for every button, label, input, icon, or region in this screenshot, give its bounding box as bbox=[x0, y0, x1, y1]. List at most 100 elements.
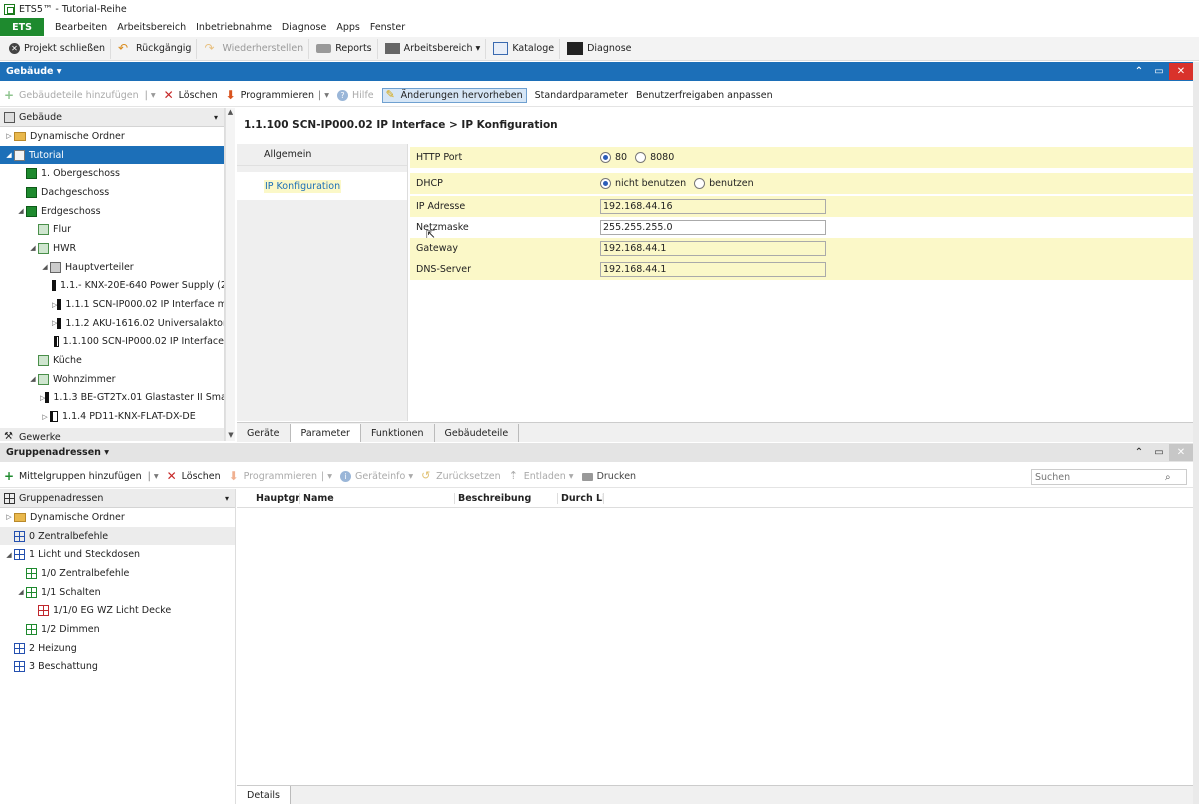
expand-toggle-icon[interactable]: ◢ bbox=[28, 244, 38, 252]
radio-benutzen[interactable] bbox=[694, 178, 706, 189]
tree-item[interactable]: ◢ Wohnzimmer bbox=[0, 370, 224, 389]
tree-item[interactable]: ◢ Erdgeschoss bbox=[0, 202, 224, 221]
expand-toggle-icon[interactable]: ◢ bbox=[16, 207, 26, 215]
help-button[interactable]: ? Hilfe bbox=[337, 90, 374, 101]
ets-menu-tab[interactable]: ETS bbox=[0, 18, 44, 36]
tab-funktionen[interactable]: Funktionen bbox=[361, 424, 435, 442]
trades-header[interactable]: ⚒ Gewerke bbox=[0, 428, 224, 441]
tree-item[interactable]: 1/0 Zentralbefehle bbox=[0, 564, 235, 583]
netmask-input[interactable]: 255.255.255.0 bbox=[600, 220, 826, 235]
menu-bearbeiten[interactable]: Bearbeiten bbox=[55, 22, 107, 33]
tree-item[interactable]: ◢ HWR bbox=[0, 239, 224, 258]
unload-button[interactable]: ⇡ Entladen ▾ bbox=[509, 470, 574, 482]
group-tree-header[interactable]: Gruppenadressen ▾ bbox=[0, 489, 235, 508]
group-pane-title[interactable]: Gruppenadressen ▾ bbox=[6, 447, 109, 458]
tab-gebaeudeteile[interactable]: Gebäudeteile bbox=[435, 424, 520, 442]
close-icon[interactable]: ✕ bbox=[1169, 444, 1193, 461]
tree-item[interactable]: ▷1.1.3 BE-GT2Tx.01 Glastaster II Smart m… bbox=[0, 389, 224, 408]
tree-item[interactable]: 1. Obergeschoss bbox=[0, 164, 224, 183]
delete-button[interactable]: ✕ Löschen bbox=[164, 89, 218, 101]
building-pane-title[interactable]: Gebäude ▾ bbox=[6, 66, 62, 77]
dropdown-arrow-icon[interactable]: | ▾ bbox=[148, 471, 159, 482]
user-permissions-button[interactable]: Benutzerfreigaben anpassen bbox=[636, 90, 773, 101]
tree-dropdown-icon[interactable]: ▾ bbox=[225, 494, 229, 503]
delete-button[interactable]: ✕ Löschen bbox=[167, 470, 221, 482]
collapse-icon[interactable]: ⌃ bbox=[1129, 66, 1149, 77]
menu-fenster[interactable]: Fenster bbox=[370, 22, 405, 33]
program-button[interactable]: ⬇ Programmieren | ▾ bbox=[229, 470, 332, 482]
expand-toggle-icon[interactable]: ◢ bbox=[16, 588, 26, 596]
expand-toggle-icon[interactable]: ◢ bbox=[28, 375, 38, 383]
building-tree-scrollbar[interactable]: ▲ ▼ bbox=[225, 108, 235, 441]
param-tab-allgemein[interactable]: Allgemein bbox=[237, 144, 407, 166]
gateway-input[interactable]: 192.168.44.1 bbox=[600, 241, 826, 256]
expand-toggle-icon[interactable]: ◢ bbox=[40, 263, 50, 271]
device-info-dropdown-icon[interactable]: ▾ bbox=[408, 471, 413, 482]
menu-inbetriebnahme[interactable]: Inbetriebnahme bbox=[196, 22, 272, 33]
close-icon[interactable]: ✕ bbox=[1169, 63, 1193, 80]
catalogs-button[interactable]: Kataloge bbox=[488, 38, 561, 59]
workspace-button[interactable]: Arbeitsbereich ▾ bbox=[380, 38, 487, 59]
tab-parameter[interactable]: Parameter bbox=[290, 424, 361, 442]
program-dropdown-icon[interactable]: | ▾ bbox=[321, 471, 332, 482]
tree-item[interactable]: 0 Zentralbefehle bbox=[0, 526, 235, 546]
program-dropdown-icon[interactable]: | ▾ bbox=[318, 90, 329, 101]
tree-item[interactable]: ▷ Dynamische Ordner bbox=[0, 127, 224, 146]
tree-item[interactable]: Dachgeschoss bbox=[0, 183, 224, 202]
tree-item[interactable]: Flur bbox=[0, 220, 224, 239]
tree-item[interactable]: 1.1.100 SCN-IP000.02 IP Interface bbox=[0, 333, 224, 352]
menu-diagnose[interactable]: Diagnose bbox=[282, 22, 326, 33]
scroll-up-icon[interactable]: ▲ bbox=[226, 108, 235, 116]
add-building-parts-button[interactable]: + Gebäudeteile hinzufügen | ▾ bbox=[4, 89, 156, 101]
add-middle-groups-button[interactable]: + Mittelgruppen hinzufügen | ▾ bbox=[4, 470, 159, 482]
menu-apps[interactable]: Apps bbox=[336, 22, 360, 33]
tree-item[interactable]: Küche bbox=[0, 351, 224, 370]
tree-item[interactable]: ◢ 1 Licht und Steckdosen bbox=[0, 545, 235, 564]
col-durch-linie[interactable]: Durch Lini bbox=[558, 492, 604, 504]
tree-item[interactable]: ◢ Tutorial bbox=[0, 145, 224, 165]
radio-80[interactable] bbox=[600, 152, 611, 163]
undo-button[interactable]: ↶ Rückgängig bbox=[113, 38, 198, 59]
tree-item[interactable]: ◢ Hauptverteiler bbox=[0, 258, 224, 277]
building-tree-header[interactable]: Gebäude ▾ bbox=[0, 108, 224, 127]
tree-item[interactable]: 1.1.- KNX-20E-640 Power Supply (230... bbox=[0, 277, 224, 296]
tree-item[interactable]: 3 Beschattung bbox=[0, 658, 235, 677]
search-icon[interactable]: ⌕ bbox=[1165, 472, 1171, 483]
program-button[interactable]: ⬇ Programmieren | ▾ bbox=[226, 89, 329, 101]
maximize-icon[interactable]: ▭ bbox=[1149, 66, 1169, 77]
tree-item[interactable]: ▷1.1.1 SCN-IP000.02 IP Interface mit E..… bbox=[0, 295, 224, 314]
print-button[interactable]: Drucken bbox=[581, 471, 636, 482]
tab-details[interactable]: Details bbox=[237, 786, 291, 804]
expand-toggle-icon[interactable]: ◢ bbox=[4, 151, 14, 159]
project-close-button[interactable]: ✕ Projekt schließen bbox=[4, 38, 111, 59]
expand-toggle-icon[interactable]: ▷ bbox=[4, 132, 14, 140]
collapse-icon[interactable]: ⌃ bbox=[1129, 447, 1149, 458]
tree-dropdown-icon[interactable]: ▾ bbox=[214, 113, 218, 122]
dns-server-input[interactable]: 192.168.44.1 bbox=[600, 262, 826, 277]
reset-button[interactable]: ↺ Zurücksetzen bbox=[421, 470, 501, 482]
col-beschreibung[interactable]: Beschreibung bbox=[455, 492, 558, 504]
param-tab-ip-konfiguration[interactable]: IP Konfiguration bbox=[237, 172, 407, 200]
menu-arbeitsbereich[interactable]: Arbeitsbereich bbox=[117, 22, 186, 33]
tree-item[interactable]: ◢ 1/1 Schalten bbox=[0, 583, 235, 602]
col-name[interactable]: Name bbox=[300, 492, 455, 504]
tree-item[interactable]: ▷ Dynamische Ordner bbox=[0, 508, 235, 527]
tree-item[interactable]: ▷ 1.1.4 PD11-KNX-FLAT-DX-DE bbox=[0, 407, 224, 426]
col-hauptgruppe[interactable]: Hauptgru bbox=[237, 492, 300, 504]
expand-toggle-icon[interactable]: ▷ bbox=[4, 513, 14, 521]
tree-item[interactable]: 1/2 Dimmen bbox=[0, 620, 235, 639]
tab-geraete[interactable]: Geräte bbox=[237, 424, 291, 442]
search-input[interactable] bbox=[1035, 471, 1165, 483]
radio-nicht-benutzen[interactable] bbox=[600, 178, 611, 189]
device-info-button[interactable]: i Geräteinfo ▾ bbox=[340, 471, 413, 482]
reports-button[interactable]: Reports bbox=[311, 38, 378, 59]
tree-item[interactable]: 2 Heizung bbox=[0, 639, 235, 658]
highlight-changes-button[interactable]: ✎ Änderungen hervorheben bbox=[381, 88, 527, 103]
group-search-box[interactable]: ⌕ bbox=[1031, 469, 1187, 485]
expand-toggle-icon[interactable]: ◢ bbox=[4, 551, 14, 559]
default-params-button[interactable]: Standardparameter bbox=[535, 90, 628, 101]
expand-toggle-icon[interactable]: ▷ bbox=[40, 413, 50, 421]
redo-button[interactable]: ↷ Wiederherstellen bbox=[199, 38, 310, 59]
ip-address-input[interactable]: 192.168.44.16 bbox=[600, 199, 826, 214]
tree-item[interactable]: 1/1/0 EG WZ Licht Decke bbox=[0, 601, 235, 620]
